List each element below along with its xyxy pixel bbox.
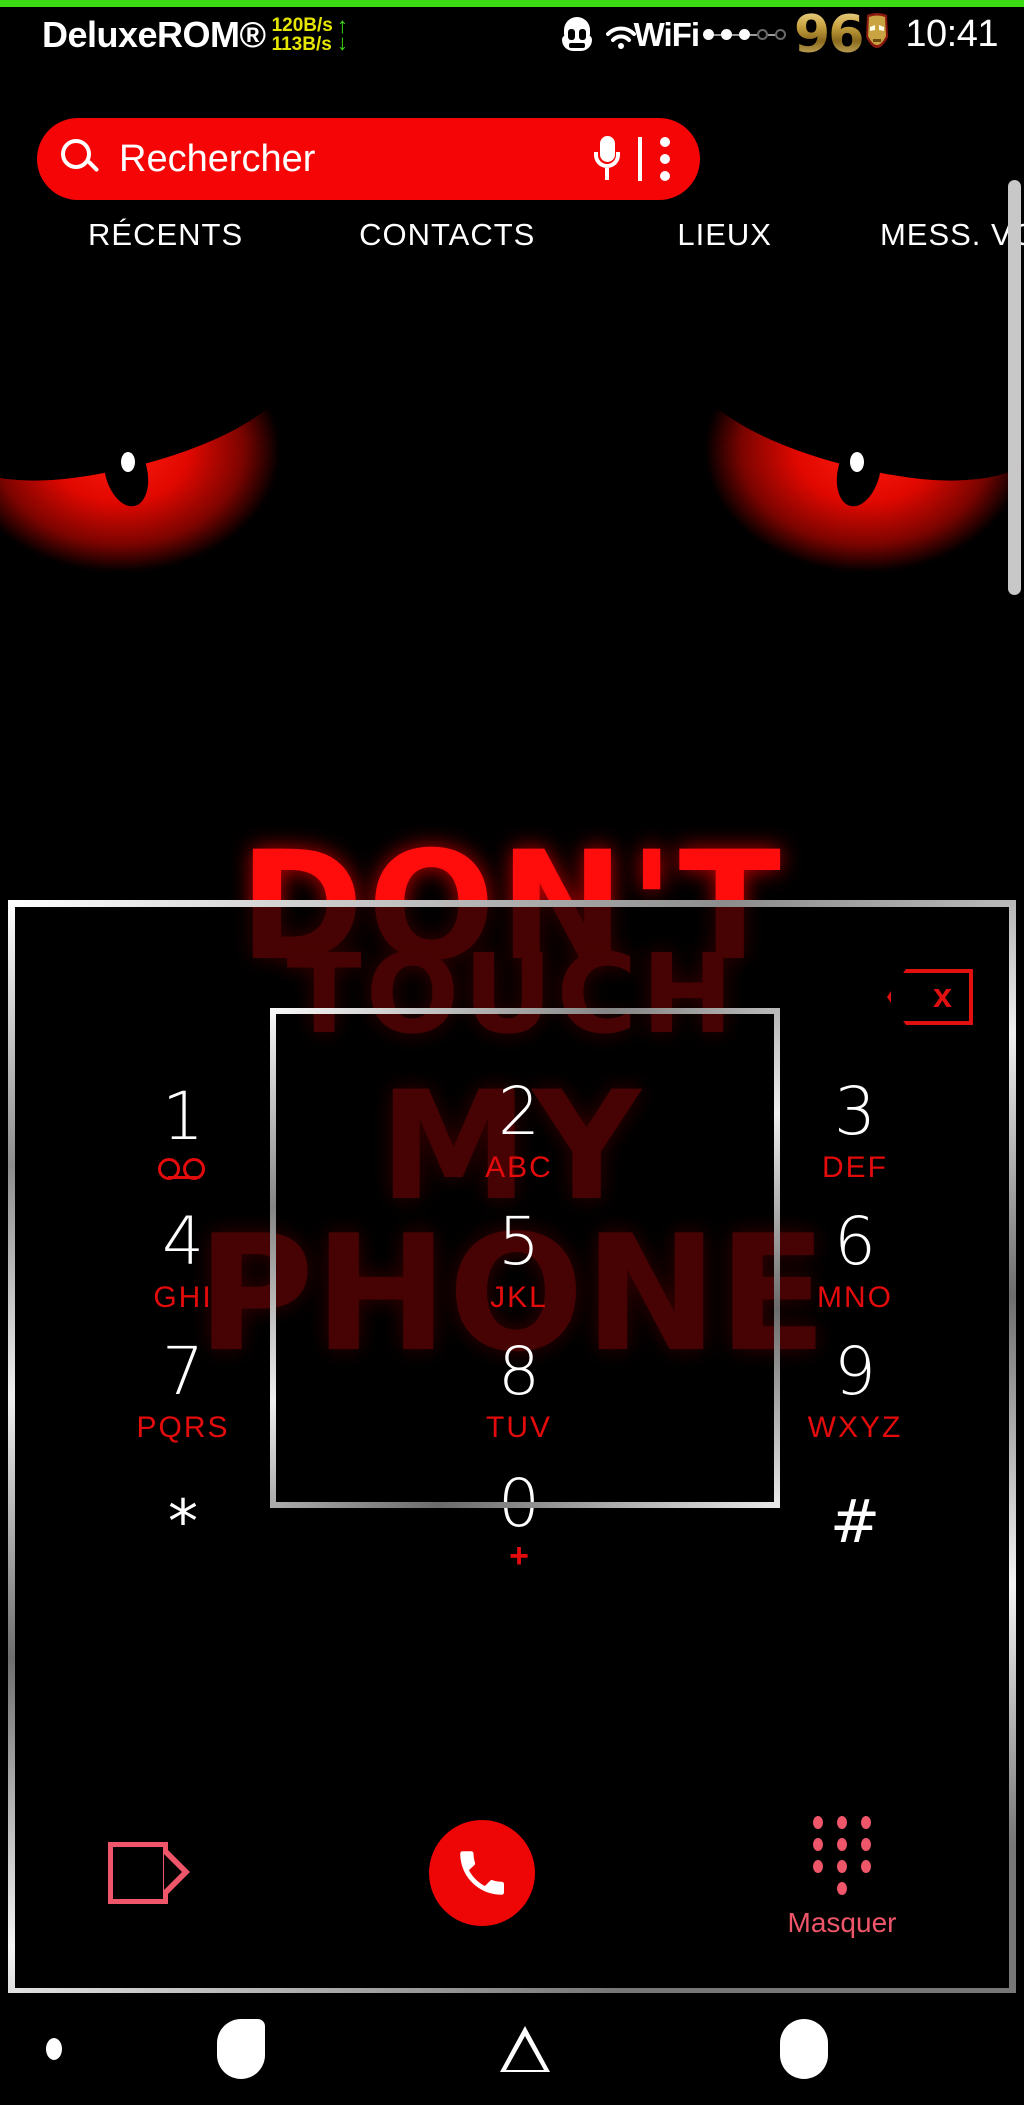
key-digit: 5 — [498, 1203, 540, 1280]
key-digit: 9 — [834, 1333, 876, 1410]
recents-icon[interactable] — [217, 2019, 265, 2079]
dialpad-key-hash[interactable]: # — [687, 1457, 1009, 1587]
dialpad-row: 7 PQRS 8 TUV 9 WXYZ — [15, 1327, 1009, 1457]
dialpad-row: * 0 + # — [15, 1457, 1009, 1587]
dialpad-key-2[interactable]: 2 ABC — [351, 1067, 687, 1197]
key-letters: DEF — [822, 1151, 888, 1184]
dialpad-row: 4 GHI 5 JKL 6 MNO — [15, 1197, 1009, 1327]
home-icon[interactable] — [780, 2019, 828, 2079]
key-digit: 0 — [498, 1465, 540, 1542]
video-call-icon[interactable] — [108, 1842, 192, 1904]
key-digit: 6 — [834, 1203, 876, 1280]
wifi-label: WiFi — [633, 15, 700, 53]
scrollbar[interactable] — [1008, 180, 1021, 595]
search-bar-actions — [594, 136, 700, 182]
navigation-bar — [0, 1993, 1024, 2105]
key-digit: 2 — [498, 1073, 540, 1150]
phone-screen: DeluxeROM® 120B/s 113B/s ↑ ↓ WiFi 96 10:… — [0, 0, 1024, 2105]
mic-icon[interactable] — [594, 136, 620, 182]
dialpad-key-5[interactable]: 5 JKL — [351, 1197, 687, 1327]
separator-divider — [638, 137, 642, 181]
key-digit: * — [168, 1487, 198, 1557]
dialpad-key-6[interactable]: 6 MNO — [687, 1197, 1009, 1327]
dialpad-action-bar: Masquer — [0, 1816, 1024, 1970]
key-letters: MNO — [817, 1281, 893, 1314]
dialpad-key-0[interactable]: 0 + — [351, 1457, 687, 1587]
hide-dialpad-label: Masquer — [787, 1907, 897, 1938]
dialpad-key-4[interactable]: 4 GHI — [15, 1197, 351, 1327]
rom-name-label: DeluxeROM® — [42, 13, 266, 55]
tab-voicemail[interactable]: MESS. VOCAL — [880, 217, 1024, 253]
tab-recents[interactable]: RÉCENTS — [88, 217, 243, 253]
search-bar[interactable]: Rechercher — [37, 118, 700, 200]
backspace-icon[interactable]: x — [887, 969, 973, 1025]
wifi-arc-icon — [605, 26, 636, 49]
tab-contacts[interactable]: CONTACTS — [359, 217, 535, 253]
voicemail-icon — [155, 1158, 211, 1180]
back-triangle-inner — [506, 2036, 544, 2070]
key-letters: ABC — [485, 1151, 553, 1184]
network-download-speed: 113B/s — [271, 33, 332, 55]
upload-download-arrows-icon: ↑ ↓ — [336, 13, 348, 55]
dialpad-key-9[interactable]: 9 WXYZ — [687, 1327, 1009, 1457]
network-speed-indicator: 120B/s 113B/s — [272, 16, 333, 54]
key-letters: GHI — [153, 1281, 213, 1314]
hide-dialpad-button[interactable]: Masquer — [782, 1816, 902, 1939]
signal-dots-icon — [703, 29, 787, 40]
status-bar: DeluxeROM® 120B/s 113B/s ↑ ↓ WiFi 96 10:… — [0, 5, 1024, 65]
status-bar-right-cluster: WiFi 96 10:41 — [560, 5, 1024, 65]
key-letters: JKL — [490, 1281, 548, 1314]
call-icon — [460, 1851, 504, 1895]
key-letters: WXYZ — [807, 1411, 903, 1444]
ironman-battery-icon — [866, 12, 889, 48]
red-eye-right-icon — [672, 305, 1024, 600]
key-digit: 1 — [162, 1078, 204, 1155]
overflow-menu-icon[interactable] — [660, 137, 670, 181]
network-upload-speed: 120B/s — [271, 14, 333, 36]
call-button[interactable] — [429, 1820, 535, 1926]
clock-label: 10:41 — [905, 13, 998, 55]
nav-dot-icon[interactable] — [46, 2038, 62, 2060]
stormtrooper-icon — [560, 16, 594, 53]
key-letters: TUV — [486, 1411, 552, 1444]
dialpad-key-7[interactable]: 7 PQRS — [15, 1327, 351, 1457]
tab-places[interactable]: LIEUX — [677, 217, 772, 253]
key-letters: PQRS — [136, 1411, 230, 1444]
key-digit: 3 — [834, 1073, 876, 1150]
dialpad-key-3[interactable]: 3 DEF — [687, 1067, 1009, 1197]
red-eye-left-icon — [0, 305, 313, 600]
key-letters: + — [509, 1537, 529, 1575]
key-digit: 4 — [162, 1203, 204, 1280]
key-digit: 8 — [498, 1333, 540, 1410]
search-icon — [61, 139, 101, 179]
search-input[interactable]: Rechercher — [119, 138, 315, 181]
dialpad-row: 1 2 ABC 3 DEF — [15, 1067, 1009, 1197]
key-digit: 7 — [162, 1333, 204, 1410]
dialpad-key-star[interactable]: * — [15, 1457, 351, 1587]
dialpad-dots-icon — [807, 1816, 877, 1895]
dialpad-key-1[interactable]: 1 — [15, 1067, 351, 1197]
battery-percent-label: 96 — [794, 4, 864, 65]
dialpad-key-8[interactable]: 8 TUV — [351, 1327, 687, 1457]
tab-bar: RÉCENTS CONTACTS LIEUX MESS. VOCAL — [0, 200, 1024, 270]
dialpad-keys: 1 2 ABC 3 DEF 4 GHI 5 JKL 6 MNO 7 PQRS 8… — [15, 1067, 1009, 1587]
key-digit: # — [829, 1487, 881, 1557]
